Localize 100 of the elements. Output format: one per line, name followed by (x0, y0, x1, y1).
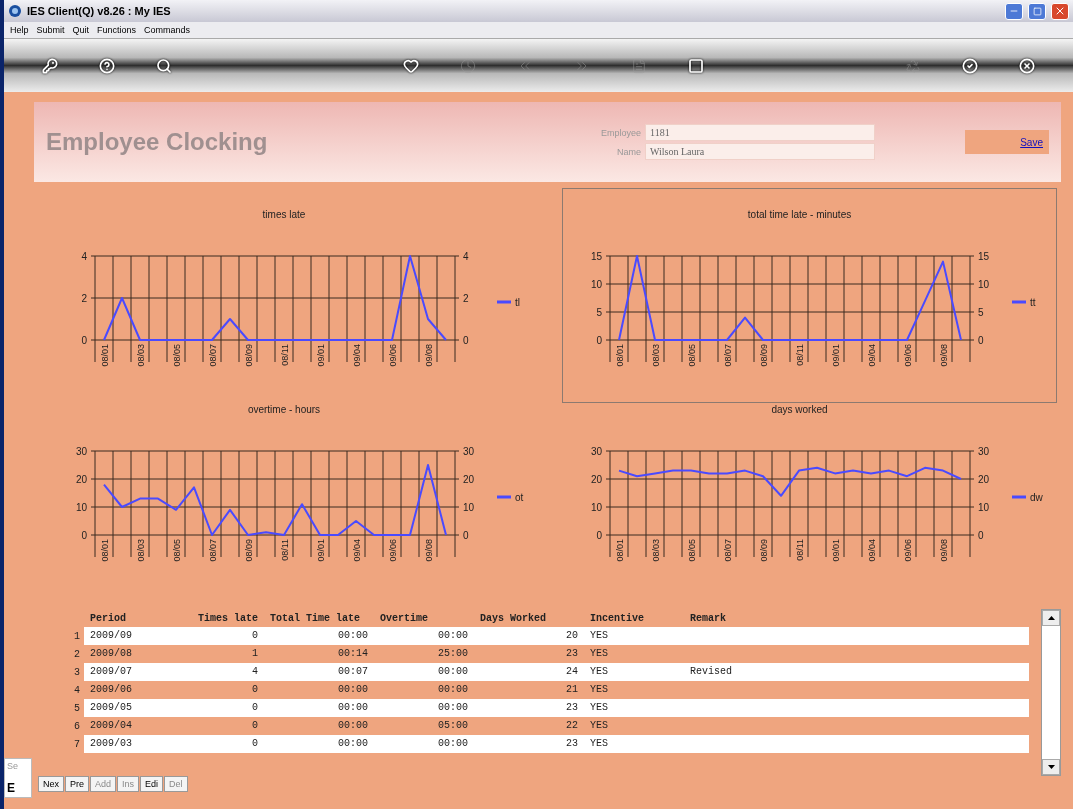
menu-item[interactable]: Commands (144, 25, 191, 35)
maximize-icon (1032, 6, 1042, 16)
close-icon[interactable] (1018, 57, 1035, 74)
menu-item[interactable]: Functions (97, 25, 137, 35)
axis-label: 0 (80, 530, 87, 541)
input-field[interactable]: Wilson Laura (645, 143, 875, 160)
minimize-button[interactable] (1005, 2, 1023, 20)
chart-title: days worked (771, 404, 828, 415)
axis-label: 08/01 (99, 539, 110, 562)
table-cell-text: 23 (565, 647, 579, 661)
maximize-button[interactable] (1028, 2, 1046, 20)
axis-label: 08/03 (135, 344, 146, 367)
side-tab[interactable]: Se E (4, 758, 32, 798)
menu-item[interactable]: Submit (36, 25, 65, 35)
nav-button[interactable]: Nex (38, 776, 64, 792)
column-header: Remark (689, 612, 727, 624)
chart-panel[interactable]: times late 0 2 4 0 2 4 08/01 08/03 08/05 08/07 08/09 08/11 09/01 09/04 09/06 09/08 tl (34, 188, 554, 403)
legend-label: tt (1030, 297, 1036, 308)
column-header: Overtime (379, 612, 429, 624)
square-icon[interactable] (687, 57, 704, 74)
axis-label: 09/06 (903, 539, 913, 562)
menu-item[interactable]: Help (10, 25, 29, 35)
axis-label: 0 (978, 335, 984, 346)
axis-label: 20 (75, 474, 87, 485)
key-icon[interactable] (42, 57, 59, 74)
axis-label: 08/03 (651, 539, 661, 562)
scroll-up-icon[interactable] (1042, 610, 1060, 626)
table-cell-text: 20 (565, 629, 579, 643)
close-icon (1054, 5, 1066, 17)
axis-label: 09/01 (831, 539, 841, 562)
table-cell-text: 00:00 (437, 665, 469, 679)
table-row[interactable]: 2009/07 4 00:07 00:00 24 YES Revised (84, 663, 1029, 681)
nav-button[interactable]: Edi (140, 776, 164, 792)
table-cell-text: YES (589, 701, 609, 715)
axis-label: 09/08 (939, 344, 949, 367)
axis-label: 09/08 (939, 539, 949, 562)
axis-label: 08/11 (795, 344, 805, 366)
table-cell-text: 23 (565, 737, 579, 751)
table-cell-text: 00:00 (337, 629, 369, 643)
legend-label: tl (514, 297, 520, 308)
heart-icon[interactable] (403, 57, 420, 74)
table-cell-text: 05:00 (437, 719, 469, 733)
table-cell-text: YES (589, 647, 609, 661)
axis-label: 30 (75, 446, 87, 457)
axis-label: 09/01 (315, 344, 326, 367)
scroll-down-icon[interactable] (1042, 759, 1060, 775)
search-icon[interactable] (156, 57, 173, 74)
chart-title: total time late - minutes (747, 209, 852, 220)
table-cell-text: YES (589, 737, 609, 751)
row-number: 1 (73, 630, 81, 642)
close-button[interactable] (1051, 2, 1069, 20)
legend-swatch (496, 300, 511, 304)
table-cell-text: 0 (251, 683, 259, 697)
axis-label: 08/01 (99, 344, 110, 367)
table-cell-text: 2009/06 (89, 683, 133, 697)
axis-label: 09/08 (423, 539, 434, 562)
axis-label: 08/11 (279, 539, 290, 561)
table-cell-text: 0 (251, 701, 259, 715)
table-row[interactable]: 2009/05 0 00:00 00:00 23 YES (84, 699, 1029, 717)
axis-label: 08/07 (723, 539, 733, 562)
window-title: IES Client(Q) v8.26 : My IES (27, 5, 172, 17)
axis-label: 0 (596, 530, 602, 541)
table-cell-text: 00:14 (337, 647, 369, 661)
axis-label: 5 (596, 307, 602, 318)
axis-label: 0 (596, 335, 602, 346)
axis-label: 09/06 (387, 539, 398, 562)
table-cell-text: 0 (251, 629, 259, 643)
help-icon[interactable] (99, 57, 116, 74)
axis-label: 09/04 (867, 539, 877, 562)
legend-label: dw (1030, 492, 1043, 503)
table-cell-text: 2009/09 (89, 629, 133, 643)
table-cell-text: 2009/04 (89, 719, 133, 733)
check-icon[interactable] (961, 57, 978, 74)
axis-label: 08/05 (171, 344, 182, 367)
chart-title: overtime - hours (247, 404, 321, 415)
scrollbar[interactable] (1041, 609, 1061, 776)
chart-panel[interactable]: overtime - hours 0 10 20 30 0 10 20 30 08/01 08/03 08/05 08/07 08/09 08/11 09/01 09/04 09/06 09/08 ot (34, 403, 554, 603)
axis-label: 08/11 (795, 539, 805, 561)
axis-label: 0 (978, 530, 984, 541)
table-cell-text: 00:00 (437, 629, 469, 643)
chart-panel[interactable]: total time late - minutes 0 5 10 15 0 5 10 15 08/01 08/03 08/05 08/07 08/09 08/11 09/01 09/04 09/06 09/08 tt (562, 188, 1057, 403)
table-cell-text: YES (589, 683, 609, 697)
legend-label: ot (514, 492, 523, 503)
menu-item[interactable]: Quit (72, 25, 90, 35)
table-row[interactable]: 2009/03 0 00:00 00:00 23 YES (84, 735, 1029, 753)
axis-label: 08/07 (723, 344, 733, 367)
axis-label: 08/05 (171, 539, 182, 562)
axis-label: 15 (590, 251, 602, 262)
chart-panel[interactable]: days worked 0 10 20 30 0 10 20 30 08/01 08/03 08/05 08/07 08/09 08/11 09/01 09/04 09/06 09/08 dw (562, 403, 1057, 603)
table-cell-text: YES (589, 719, 609, 733)
axis-label: 08/07 (207, 539, 218, 562)
input-field[interactable]: 1181 (645, 124, 875, 141)
table-cell-text: 2009/07 (89, 665, 133, 679)
axis-label: 2 (462, 293, 469, 304)
table-row[interactable]: 2009/09 0 00:00 00:00 20 YES (84, 627, 1029, 645)
table-cell-text: 1 (251, 647, 259, 661)
axis-label: 10 (590, 279, 602, 290)
save-link[interactable]: Save (1020, 136, 1043, 148)
row-number: 6 (73, 720, 81, 732)
nav-button[interactable]: Pre (65, 776, 90, 792)
